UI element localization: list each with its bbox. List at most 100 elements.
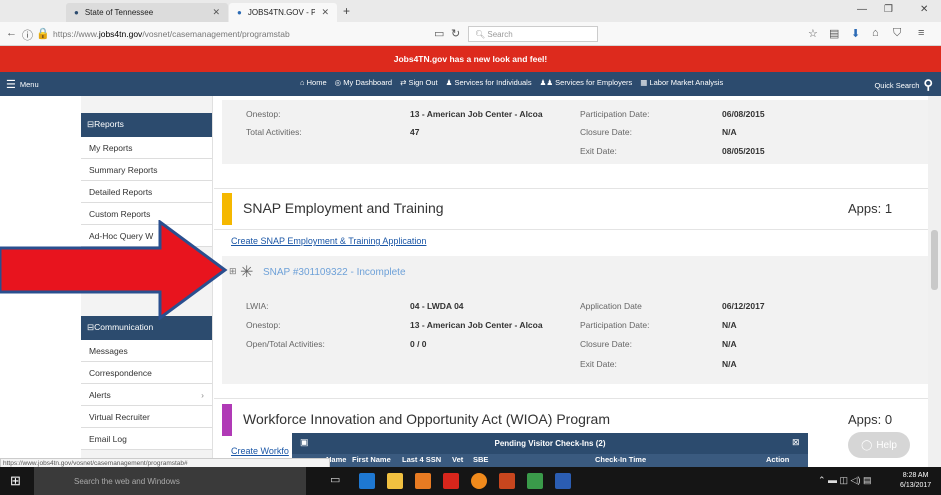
exit-label: Exit Date: [580,359,617,369]
top-navigation: ⌂ Home ◎ My Dashboard ⇄ Sign Out ♟ Servi… [300,78,723,87]
address-bar[interactable]: https://www. jobs4tn.gov/vosnet/casemanag… [53,25,408,42]
taskbar-search-placeholder: Search the web and Windows [74,476,180,486]
sidebar-item-messages[interactable]: Messages [81,340,212,362]
word-icon[interactable] [555,473,571,489]
column-action[interactable]: Action [766,455,789,464]
download-icon[interactable]: ⬇ [851,27,860,40]
acrobat-icon[interactable] [443,473,459,489]
nav-label: Services for Individuals [454,78,532,87]
open-total-activities-label: Open/Total Activities: [246,339,325,349]
browser-search-input[interactable]: 🔍︎ Search [468,26,598,42]
file-explorer-icon[interactable] [387,473,403,489]
chart-icon: ▦ [640,78,648,87]
nav-services-employers[interactable]: ♟♟ Services for Employers [540,78,633,87]
nav-label: Home [306,78,327,87]
back-icon[interactable]: ← [6,27,17,39]
quick-search[interactable]: Quick Search ⚲ [874,77,933,93]
browser-tab-jobs4tn[interactable]: ● JOBS4TN.GOV - Programs T ✕ [229,3,337,22]
reader-view-icon[interactable]: ▭ [434,27,444,40]
task-view-icon[interactable]: ▭ [330,473,340,486]
pending-checkins-title[interactable]: Pending Visitor Check-Ins (2) [292,433,808,453]
column-sbe[interactable]: SBE [473,455,488,464]
arrow-shape [0,220,228,320]
wioa-accent-bar [222,404,232,436]
sign-out-icon: ⇄ [400,78,407,87]
sidebar-header-reports[interactable]: ⊟Reports [81,113,212,137]
windows-start-icon[interactable]: ⊞ [10,473,21,489]
exit-value: 08/05/2015 [722,146,765,156]
browser-tab-bar: ● State of Tennessee ✕ ● JOBS4TN.GOV - P… [0,0,941,22]
sidebar-item-virtual-recruiter[interactable]: Virtual Recruiter [81,406,212,428]
wioa-section-title: Workforce Innovation and Opportunity Act… [243,411,611,427]
nav-label: Labor Market Analysis [649,78,724,87]
column-last-4-ssn[interactable]: Last 4 SSN [402,455,441,464]
wioa-apps-count: Apps: 0 [848,412,893,427]
powerpoint-icon[interactable] [499,473,515,489]
help-button[interactable]: ◯ Help [848,432,910,458]
outlook-icon[interactable] [415,473,431,489]
hamburger-menu-icon[interactable]: ≡ [918,27,924,39]
site-menu-bar: ☰ Menu ⌂ Home ◎ My Dashboard ⇄ Sign Out … [0,72,941,96]
column-check-in-time[interactable]: Check-In Time [595,455,646,464]
hamburger-icon: ☰ [6,79,16,91]
nav-home[interactable]: ⌂ Home [300,78,327,87]
chevron-right-icon: › [201,390,204,400]
system-tray-icons[interactable]: ⌃ ▬ ◫ ◁) ▤ [818,475,871,486]
restore-icon[interactable]: ❐ [884,4,893,15]
edge-browser-icon[interactable] [359,473,375,489]
create-wioa-application-link[interactable]: Create Workfo [231,446,289,456]
minimize-icon[interactable]: — [857,4,867,15]
close-tab-icon[interactable]: ✕ [212,7,220,18]
divider [214,229,928,230]
onestop-label: Onestop: [246,320,281,330]
nav-services-individuals[interactable]: ♟ Services for Individuals [446,78,532,87]
close-window-icon[interactable]: ✕ [920,4,928,15]
url-prefix: https://www. [53,28,99,39]
taskbar-date: 6/13/2017 [900,482,932,489]
tab-title: State of Tennessee [84,8,154,17]
column-first-name[interactable]: First Name [352,455,391,464]
url-path: /vosnet/casemanagement/programstab [142,28,290,39]
home-icon[interactable]: ⌂ [872,27,879,39]
closure-value: N/A [722,127,737,137]
pocket-icon[interactable]: ⛉ [893,27,901,40]
panel-close-icon[interactable]: ⊠ [792,437,800,448]
sidebar-item-my-reports[interactable]: My Reports [81,137,212,159]
close-tab-icon[interactable]: ✕ [321,7,329,18]
browser-tab-state-of-tennessee[interactable]: ● State of Tennessee ✕ [66,3,228,22]
nav-label: Sign Out [408,78,438,87]
taskbar-search[interactable]: Search the web and Windows [34,467,306,495]
search-placeholder: Search [487,30,513,39]
sidebar-item-alerts[interactable]: Alerts › [81,384,212,406]
annotation-arrow [0,220,228,320]
sidebar-item-email-log[interactable]: Email Log [81,428,212,450]
closure-label: Closure Date: [580,127,632,137]
scrollbar-thumb[interactable] [931,230,938,290]
nav-labor-market[interactable]: ▦ Labor Market Analysis [640,78,723,87]
browser-nav-bar: ← ⓘ 🔒 https://www. jobs4tn.gov/vosnet/cas… [0,22,941,46]
bookmark-star-icon[interactable]: ☆ [808,27,818,40]
reload-icon[interactable]: ↻ [451,27,460,40]
nav-sign-out[interactable]: ⇄ Sign Out [400,78,438,87]
total-activities-value: 47 [410,127,420,137]
sidebar-item-detailed-reports[interactable]: Detailed Reports [81,181,212,203]
menu-button[interactable]: ☰ Menu [6,78,39,91]
library-icon[interactable]: ▤ [829,27,839,40]
snap-record-link[interactable]: SNAP #301109322 - Incomplete [263,267,406,278]
column-vet[interactable]: Vet [452,455,463,464]
new-tab-icon[interactable]: + [343,4,350,18]
taskbar-clock[interactable]: 8:28 AM 6/13/2017 [900,471,931,491]
create-snap-application-link[interactable]: Create SNAP Employment & Training Applic… [231,236,426,246]
nav-label: My Dashboard [343,78,393,87]
info-icon[interactable]: ⓘ [22,27,33,43]
windows-taskbar: ⊞ Search the web and Windows ▭ ⌃ ▬ ◫ ◁) … [0,467,941,495]
nav-my-dashboard[interactable]: ◎ My Dashboard [335,78,392,87]
participation-value: 06/08/2015 [722,109,765,119]
excel-icon[interactable] [527,473,543,489]
sidebar-item-summary-reports[interactable]: Summary Reports [81,159,212,181]
sidebar-item-correspondence[interactable]: Correspondence [81,362,212,384]
participation-label: Participation Date: [580,109,650,119]
site-banner: Jobs4TN.gov has a new look and feel! [0,46,941,72]
firefox-icon[interactable] [471,473,487,489]
lock-icon: 🔒 [36,28,50,40]
